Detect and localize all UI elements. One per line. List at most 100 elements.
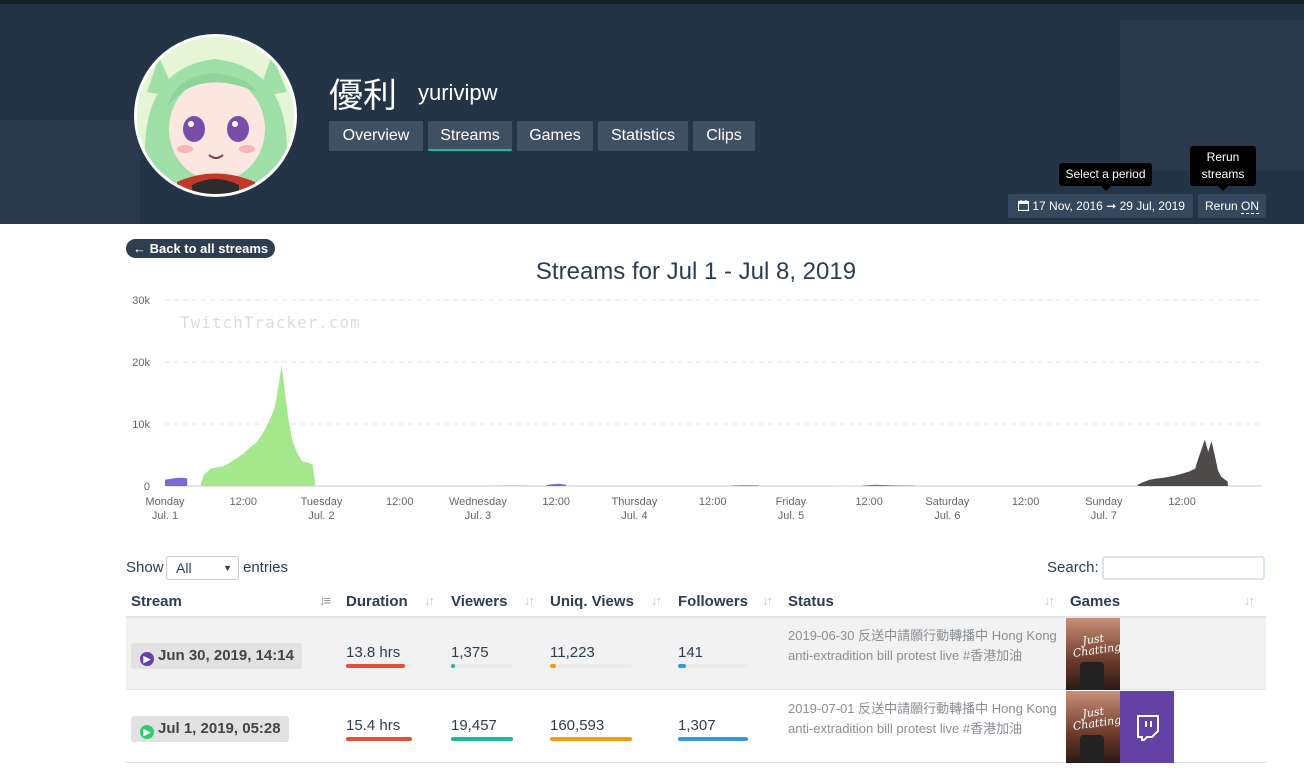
- uniq-views-bar-fill: [550, 737, 632, 741]
- x-tick-sublabel: Jul. 6: [934, 510, 960, 522]
- channel-display-name: 優利: [329, 76, 397, 116]
- viewers-bar-fill: [451, 737, 513, 741]
- sort-icon[interactable]: ↓↑: [1244, 593, 1255, 608]
- col-followers[interactable]: Followers: [678, 593, 748, 610]
- x-tick-label: 12:00: [386, 496, 414, 508]
- y-tick-label: 10k: [132, 419, 150, 431]
- entries-select-value: All: [176, 560, 192, 576]
- uniq-views-value: 11,223: [550, 644, 595, 661]
- uniq-views-bar: [550, 664, 632, 668]
- x-tick-label: 12:00: [1168, 496, 1196, 508]
- x-tick-label: 12:00: [1012, 496, 1040, 508]
- x-tick-sublabel: Jul. 4: [621, 510, 647, 522]
- twitch-category-thumbnail[interactable]: [1120, 691, 1174, 763]
- play-icon: ▶: [140, 652, 154, 666]
- uniq-views-bar: [550, 737, 632, 741]
- game-title: Just Chatting: [1072, 631, 1120, 660]
- viewers-chart: 0 10k 20k 30k TwitchTracker.com Monday Jul. …: [126, 290, 1276, 530]
- sort-icon[interactable]: ↓↑: [524, 593, 535, 608]
- x-tick-sublabel: Jul. 7: [1091, 510, 1117, 522]
- tab-streams[interactable]: Streams: [428, 121, 512, 151]
- entries-select[interactable]: All ▼: [166, 556, 239, 580]
- back-to-streams-button[interactable]: ← Back to all streams: [126, 239, 276, 258]
- y-tick-label: 0: [144, 481, 150, 493]
- duration-value: 13.8 hrs: [346, 644, 401, 661]
- x-tick-label: Sunday: [1085, 496, 1123, 508]
- col-games[interactable]: Games: [1070, 593, 1120, 610]
- tab-clips[interactable]: Clips: [693, 121, 755, 151]
- mug-icon: [1080, 735, 1104, 763]
- chart-svg: 0 10k 20k 30k TwitchTracker.com Monday Jul. …: [132, 295, 1262, 522]
- tab-overview[interactable]: Overview: [329, 121, 423, 151]
- channel-header: 優利 yurivipw Overview Streams Games Stati…: [0, 0, 1304, 224]
- arrow-right-icon: ➞: [1106, 199, 1117, 213]
- uniq-views-value: 160,593: [550, 717, 605, 734]
- duration-bar-fill: [346, 737, 412, 741]
- entries-label: entries: [243, 559, 289, 576]
- series-area: [165, 477, 188, 486]
- stream-status: 2019-06-30 反送中請願行動轉播中 Hong Kong anti-ext…: [788, 628, 1057, 663]
- caret-down-icon: ▼: [223, 563, 232, 573]
- game-thumbnail-just-chatting[interactable]: Just Chatting: [1066, 618, 1120, 690]
- uniq-views-bar-fill: [550, 664, 556, 668]
- sort-icon[interactable]: ↓↑: [762, 593, 773, 608]
- x-tick-label: 12:00: [855, 496, 883, 508]
- avatar: [134, 34, 297, 197]
- y-tick-label: 20k: [132, 357, 150, 369]
- y-tick-label: 30k: [132, 295, 150, 307]
- col-duration[interactable]: Duration: [346, 593, 408, 610]
- stream-status: 2019-07-01 反送中請願行動轉播中 Hong Kong anti-ext…: [788, 701, 1057, 736]
- duration-bar: [346, 664, 412, 668]
- chart-watermark: TwitchTracker.com: [180, 313, 361, 332]
- table-header: Stream ↓≡ Duration ↓↑ Viewers ↓↑ Uniq. V…: [126, 588, 1266, 618]
- sort-icon[interactable]: ↓↑: [1044, 593, 1055, 608]
- period-start: 17 Nov, 2016: [1032, 199, 1103, 213]
- mug-icon: [1080, 662, 1104, 690]
- x-tick-label: 12:00: [699, 496, 727, 508]
- game-thumbnail-just-chatting[interactable]: Just Chatting: [1066, 691, 1120, 763]
- x-tick-sublabel: Jul. 2: [308, 510, 334, 522]
- period-selector-button[interactable]: 17 Nov, 2016 ➞ 29 Jul, 2019: [1008, 194, 1193, 218]
- tab-statistics[interactable]: Statistics: [598, 121, 688, 151]
- col-status[interactable]: Status: [788, 593, 834, 610]
- x-tick-label: 12:00: [229, 496, 257, 508]
- col-stream[interactable]: Stream: [131, 593, 182, 610]
- search-input[interactable]: [1102, 556, 1265, 580]
- x-tick-sublabel: Jul. 5: [778, 510, 804, 522]
- viewers-bar: [451, 664, 513, 668]
- sort-icon[interactable]: ↓↑: [651, 593, 662, 608]
- rerun-toggle-button[interactable]: Rerun ON: [1198, 194, 1266, 218]
- viewers-bar: [451, 737, 513, 741]
- period-tooltip: Select a period: [1059, 163, 1152, 191]
- series-area: [732, 485, 759, 486]
- play-icon: ▶: [140, 725, 154, 739]
- followers-value: 1,307: [678, 717, 716, 734]
- series-area: [862, 484, 915, 486]
- x-tick-label: 12:00: [542, 496, 570, 508]
- followers-value: 141: [678, 644, 704, 661]
- x-tick-sublabel: Jul. 1: [152, 510, 178, 522]
- table-row[interactable]: ▶ Jul 1, 2019, 05:28 15.4 hrs 19,457 160,…: [126, 691, 1266, 763]
- series-area: [484, 485, 531, 486]
- stream-date-badge[interactable]: ▶ Jul 1, 2019, 05:28: [131, 716, 289, 742]
- duration-bar-fill: [346, 664, 406, 668]
- x-tick-label: Friday: [776, 496, 807, 508]
- top-bar: [0, 0, 1304, 4]
- series-area: [1137, 439, 1228, 486]
- sort-icon[interactable]: ↓↑: [424, 593, 435, 608]
- rerun-tooltip: Rerun streams: [1190, 146, 1256, 191]
- rerun-state: ON: [1241, 199, 1260, 214]
- rerun-tooltip-line1: Rerun: [1206, 150, 1240, 164]
- followers-bar-fill: [678, 664, 686, 668]
- show-label: Show: [126, 559, 164, 576]
- table-row[interactable]: ▶ Jun 30, 2019, 14:14 13.8 hrs 1,375 11,2…: [126, 618, 1266, 690]
- stream-date-badge[interactable]: ▶ Jun 30, 2019, 14:14: [131, 643, 302, 669]
- x-tick-label: Saturday: [925, 496, 970, 508]
- x-tick-sublabel: Jul. 3: [465, 510, 491, 522]
- col-viewers[interactable]: Viewers: [451, 593, 507, 610]
- header-decoration: [0, 120, 140, 224]
- tab-games[interactable]: Games: [517, 121, 593, 151]
- col-uniq-views[interactable]: Uniq. Views: [550, 593, 634, 610]
- channel-login: yurivipw: [418, 80, 498, 105]
- sort-desc-icon[interactable]: ↓≡: [319, 593, 331, 608]
